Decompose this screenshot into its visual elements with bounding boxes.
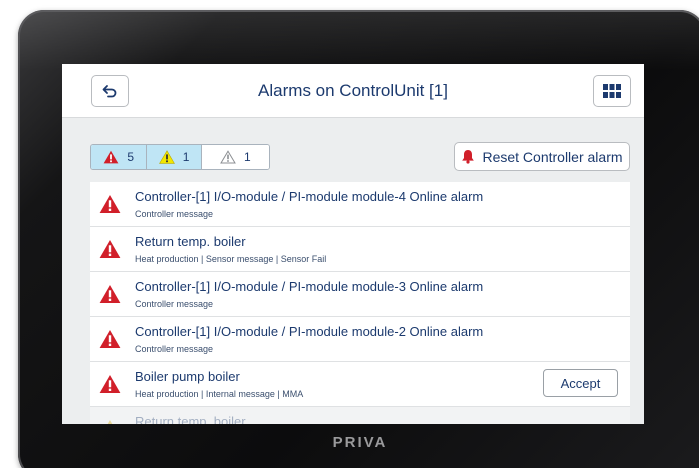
filter-critical-count: 5 <box>127 150 135 164</box>
alarm-title: Controller-[1] I/O-module / PI-module mo… <box>135 189 484 204</box>
accept-button[interactable]: Accept <box>543 369 618 397</box>
alarm-title: Return temp. boiler <box>135 414 246 424</box>
alarm-warning-icon <box>99 375 121 393</box>
alarm-subtitle: Controller message <box>135 344 214 354</box>
alarm-subtitle: Controller message <box>135 299 214 309</box>
alarm-title: Boiler pump boiler <box>135 369 240 384</box>
touch-screen: Alarms on ControlUnit [1] 5 1 1 Reset Co… <box>62 64 644 424</box>
filter-warning-count: 1 <box>182 150 190 164</box>
alarm-title: Return temp. boiler <box>135 234 246 249</box>
alarm-row[interactable]: Return temp. boiler Heat production | Se… <box>90 227 630 272</box>
alarm-title: Controller-[1] I/O-module / PI-module mo… <box>135 324 484 339</box>
alarm-title: Controller-[1] I/O-module / PI-module mo… <box>135 279 484 294</box>
alarm-row[interactable]: Controller-[1] I/O-module / PI-module mo… <box>90 272 630 317</box>
reset-button-label: Reset Controller alarm <box>482 148 623 165</box>
filter-info[interactable]: 1 <box>200 145 269 169</box>
alarm-row[interactable]: Return temp. boiler <box>90 407 630 424</box>
alarm-warning-icon <box>99 285 121 303</box>
header-bar: Alarms on ControlUnit [1] <box>62 64 644 118</box>
warning-triangle-grey-icon <box>220 150 236 164</box>
bell-icon <box>462 150 475 164</box>
device-brand-label: PRIVA <box>332 434 388 451</box>
reset-controller-alarm-button[interactable]: Reset Controller alarm <box>454 142 630 171</box>
alarm-warning-icon <box>107 420 113 424</box>
filter-warning[interactable]: 1 <box>146 145 201 169</box>
alarm-row[interactable]: Controller-[1] I/O-module / PI-module mo… <box>90 317 630 362</box>
alarm-warning-icon <box>99 240 121 258</box>
alarm-filter-group: 5 1 1 <box>90 144 270 170</box>
filter-critical[interactable]: 5 <box>91 145 147 169</box>
page-title: Alarms on ControlUnit [1] <box>258 81 448 100</box>
alarm-subtitle: Heat production | Internal message | MMA <box>135 389 304 399</box>
alarm-subtitle: Controller message <box>135 209 214 219</box>
warning-triangle-yellow-icon <box>158 150 175 164</box>
grid-icon <box>603 84 621 98</box>
apps-menu-button[interactable] <box>593 75 631 107</box>
alarm-row[interactable]: Boiler pump boiler Heat production | Int… <box>90 362 630 407</box>
alarm-row[interactable]: Controller-[1] I/O-module / PI-module mo… <box>90 182 630 227</box>
warning-triangle-red-icon <box>103 150 119 164</box>
alarm-list: Controller-[1] I/O-module / PI-module mo… <box>90 182 630 424</box>
alarm-subtitle: Heat production | Sensor message | Senso… <box>135 254 327 264</box>
alarm-warning-icon <box>99 330 121 348</box>
bezel-shine <box>18 10 699 70</box>
alarm-warning-icon <box>99 195 121 213</box>
filter-info-count: 1 <box>244 150 251 164</box>
